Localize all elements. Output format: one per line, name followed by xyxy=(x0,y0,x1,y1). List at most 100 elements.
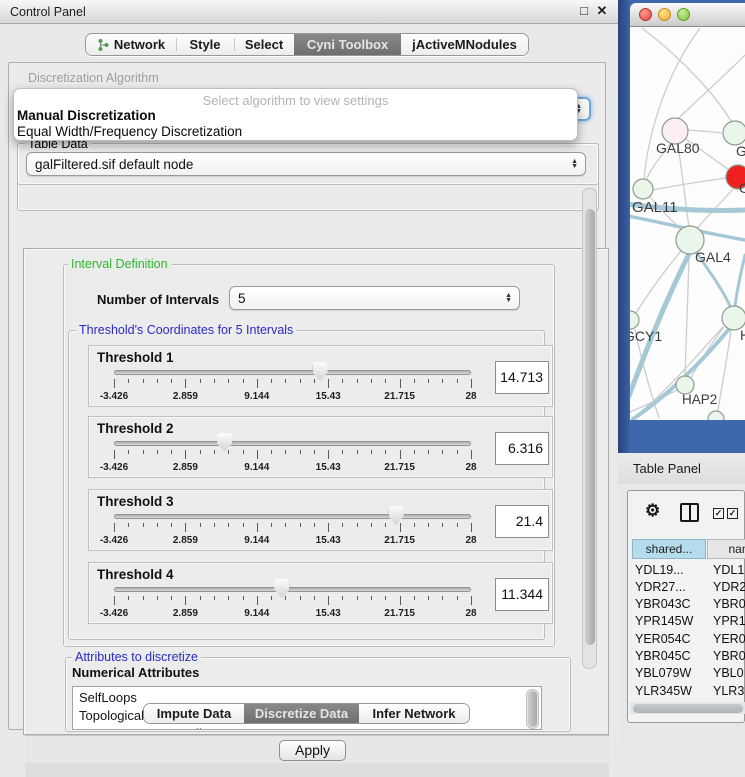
tab-infer-network[interactable]: Infer Network xyxy=(359,704,469,723)
tab-discretize-data[interactable]: Discretize Data xyxy=(244,704,359,723)
slider-tick xyxy=(457,379,458,383)
network-node[interactable] xyxy=(708,411,724,420)
table-hscrollbar-thumb[interactable] xyxy=(633,704,743,713)
close-window-icon[interactable]: ✕ xyxy=(594,3,610,19)
slider-tick xyxy=(271,379,272,383)
slider-track[interactable] xyxy=(114,587,471,592)
slider-tick xyxy=(342,379,343,383)
float-window-icon[interactable]: □ xyxy=(576,3,592,18)
column-header-shared[interactable]: shared... xyxy=(632,539,706,559)
table-row[interactable]: YBR045CYBR0 xyxy=(630,648,745,665)
bottom-band xyxy=(25,763,609,777)
threshold-value-field[interactable]: 21.4 xyxy=(495,505,549,538)
list-scrollbar-thumb[interactable] xyxy=(528,691,537,727)
slider-tick xyxy=(143,450,144,454)
tab-style[interactable]: Style xyxy=(176,34,234,55)
table-row[interactable]: YDR27...YDR2 xyxy=(630,578,745,595)
network-canvas[interactable]: GAL80GACGAL11GAL4GCY1HHAP2 xyxy=(630,27,745,420)
slider-tick xyxy=(300,523,301,527)
tab-label: Discretize Data xyxy=(255,706,348,721)
network-node-gal11[interactable] xyxy=(633,179,653,199)
table-row[interactable]: YBR043CYBR0 xyxy=(630,596,745,613)
slider-tick xyxy=(114,523,115,532)
table-row[interactable]: YPR145W YPR1 xyxy=(630,613,745,630)
slider-tick-label: 28 xyxy=(446,608,496,619)
cell-name: YPR1 xyxy=(713,614,745,628)
threshold-panel-1: Threshold 1-3.4262.8599.14415.4321.71528… xyxy=(88,345,553,407)
threshold-value-field[interactable]: 11.344 xyxy=(495,578,549,611)
slider-tick xyxy=(214,523,215,527)
tab-network[interactable]: Network xyxy=(86,34,176,55)
mac-minimize-icon[interactable] xyxy=(658,8,671,21)
tab-label: Infer Network xyxy=(372,706,455,721)
slider-tick xyxy=(200,596,201,600)
table-row[interactable]: YDL19...YDL1 xyxy=(630,561,745,578)
slider-tick xyxy=(300,450,301,454)
table-row[interactable]: YBL079WYBL0 xyxy=(630,665,745,682)
threshold-value-field[interactable]: 14.713 xyxy=(495,361,549,394)
slider-tick xyxy=(328,523,329,532)
main-scrollbar[interactable] xyxy=(582,188,597,669)
mac-zoom-icon[interactable] xyxy=(677,8,690,21)
slider-tick-label: 2.859 xyxy=(160,391,210,402)
column-header-name[interactable]: name xyxy=(707,539,745,559)
slider-track[interactable] xyxy=(114,441,471,446)
slider-tick xyxy=(314,596,315,600)
slider-tick-label: 9.144 xyxy=(232,462,282,473)
slider-tick-label: -3.426 xyxy=(89,391,139,402)
cell-shared-name: YPR145W xyxy=(635,614,693,628)
slider-tick xyxy=(414,523,415,527)
network-node-gcy1[interactable] xyxy=(630,311,639,329)
split-columns-icon[interactable] xyxy=(680,503,699,522)
algorithm-option-equal-width[interactable]: Equal Width/Frequency Discretization xyxy=(17,124,574,139)
attribute-item[interactable]: BetweennessCentrality xyxy=(79,726,212,730)
table-rows[interactable]: YDL19...YDL1YDR27...YDR2YBR043CYBR0YPR14… xyxy=(630,561,745,702)
table-data-combobox[interactable]: galFiltered.sif default node ▲▼ xyxy=(26,152,586,176)
gear-icon[interactable]: ⚙ xyxy=(645,501,660,521)
slider-tick-label: 21.715 xyxy=(375,391,425,402)
slider-track[interactable] xyxy=(114,514,471,519)
slider-tick xyxy=(271,450,272,454)
slider-tick xyxy=(357,379,358,383)
checkbox-checked-icon[interactable]: ✓ xyxy=(727,508,738,519)
checkbox-checked-icon[interactable]: ✓ xyxy=(713,508,724,519)
slider-tick xyxy=(157,379,158,383)
slider-tick xyxy=(171,379,172,383)
slider-tick xyxy=(214,379,215,383)
slider-tick xyxy=(428,450,429,454)
slider-tick xyxy=(414,596,415,600)
slider-tick xyxy=(200,523,201,527)
table-row[interactable]: YER054CYER0 xyxy=(630,630,745,647)
main-scrollbar-thumb[interactable] xyxy=(585,209,595,645)
slider-tick xyxy=(371,379,372,383)
slider-tick xyxy=(428,379,429,383)
slider-thumb[interactable] xyxy=(389,506,404,525)
table-row[interactable]: YLR345WYLR3 xyxy=(630,682,745,699)
mac-close-icon[interactable] xyxy=(639,8,652,21)
slider-thumb[interactable] xyxy=(274,579,289,598)
num-intervals-combobox[interactable]: 5 ▲▼ xyxy=(229,286,520,310)
table-hscrollbar[interactable] xyxy=(630,702,745,714)
slider-track[interactable] xyxy=(114,370,471,375)
slider-tick xyxy=(442,450,443,454)
threshold-value-field[interactable]: 6.316 xyxy=(495,432,549,465)
cell-shared-name: YBR043C xyxy=(635,597,691,611)
slider-tick xyxy=(457,523,458,527)
apply-button[interactable]: Apply xyxy=(279,740,346,761)
tab-impute-data[interactable]: Impute Data xyxy=(144,704,244,723)
algorithm-option-manual[interactable]: Manual Discretization xyxy=(17,108,574,123)
attribute-item[interactable]: SelfLoops xyxy=(79,690,137,705)
network-node-ga[interactable] xyxy=(723,121,745,145)
slider-tick xyxy=(471,379,472,388)
network-node-label: H xyxy=(740,327,745,343)
slider-thumb[interactable] xyxy=(217,433,232,452)
tab-cyni-toolbox[interactable]: Cyni Toolbox xyxy=(294,34,401,55)
slider-tick xyxy=(342,450,343,454)
cell-name: YLR3 xyxy=(713,684,744,698)
slider-tick xyxy=(442,523,443,527)
tab-jactivemnodules[interactable]: jActiveMNodules xyxy=(401,34,528,55)
list-scrollbar[interactable] xyxy=(526,689,539,729)
tab-select[interactable]: Select xyxy=(234,34,294,55)
slider-tick xyxy=(200,450,201,454)
cyni-toolbox-panel: Discretization Algorithm ▲▼ Table Data g… xyxy=(8,62,606,730)
